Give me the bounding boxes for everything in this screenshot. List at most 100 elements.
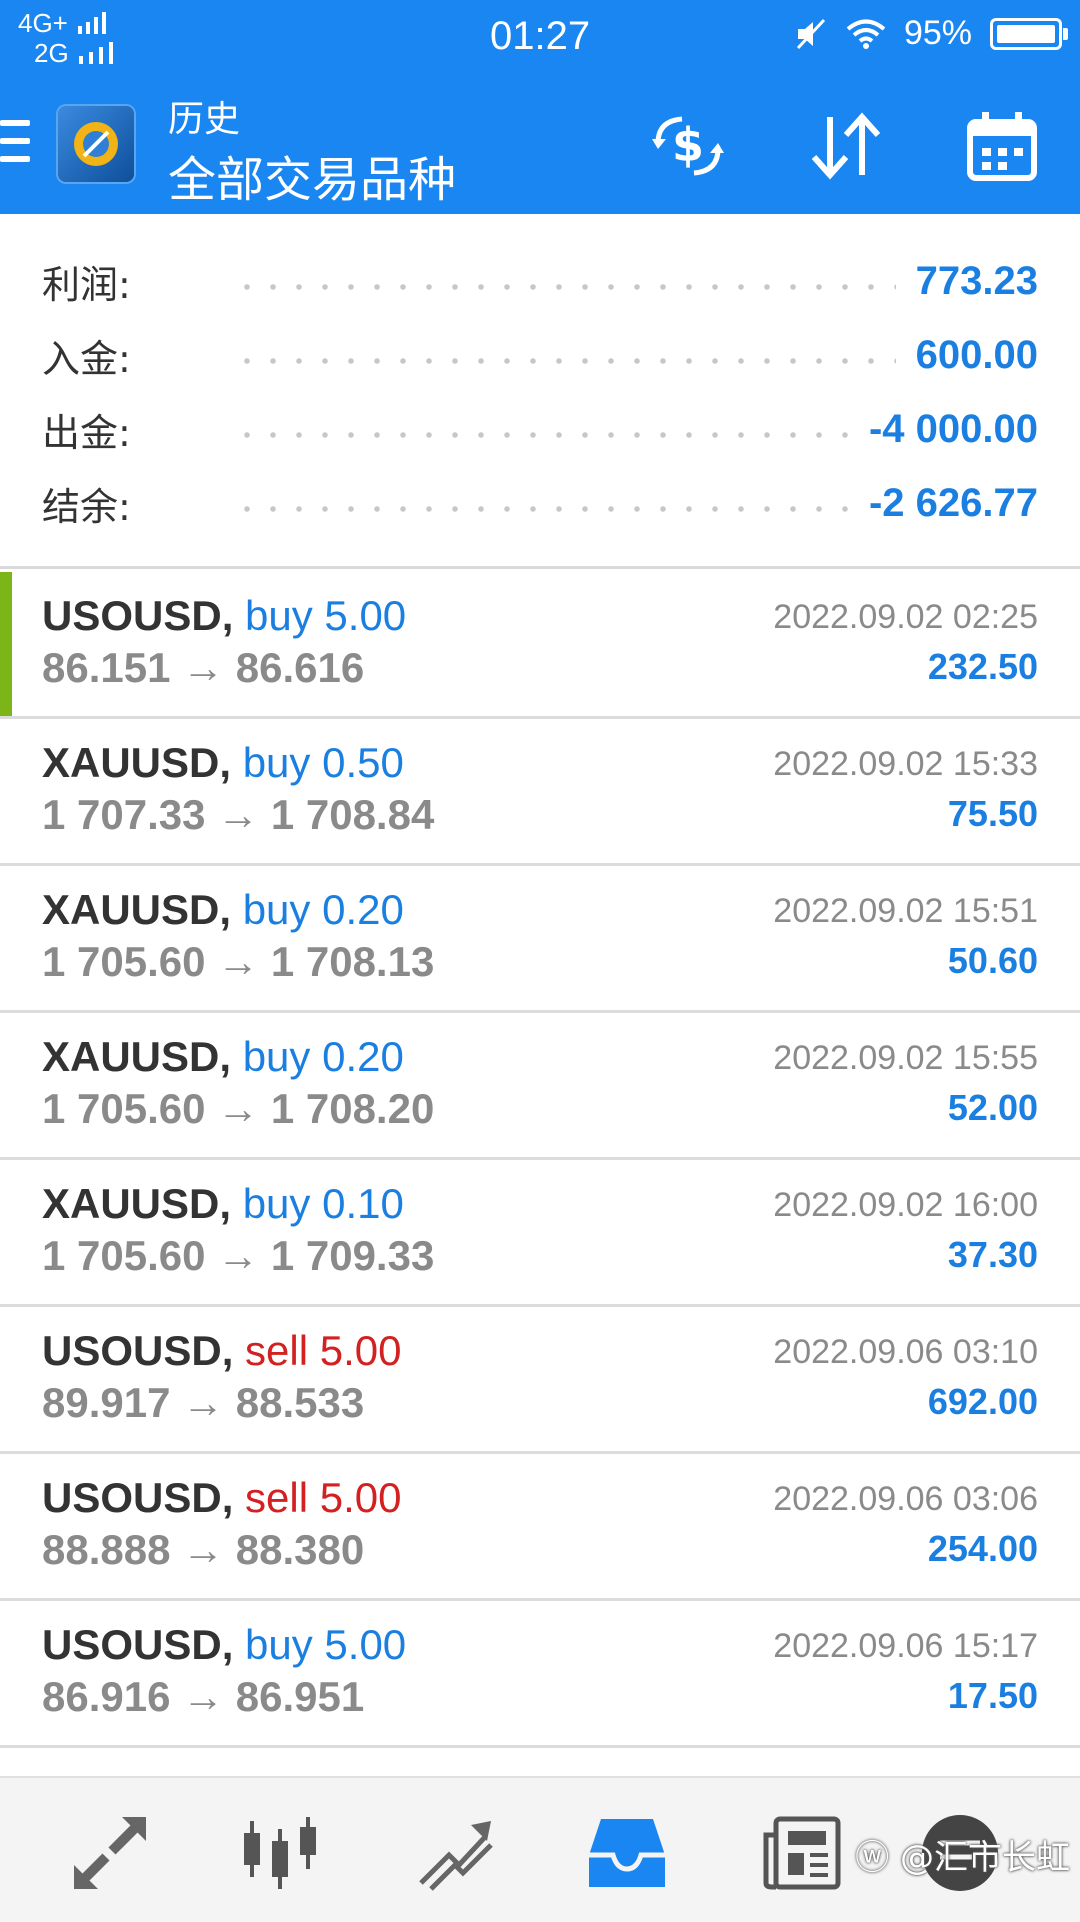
trade-prices: 86.151 → 86.616 [42,644,365,691]
trade-side: sell 5.00 [245,1474,402,1521]
trade-time: 2022.09.02 15:51 [773,892,1038,930]
trade-header: USOUSD, buy 5.00 [42,592,406,640]
trade-row[interactable]: XAUUSD, buy 0.20 1 705.60 → 1 708.20 202… [0,1013,1080,1160]
watermark: ⓦ @汇市长虹 [855,1830,1070,1879]
history-icon[interactable] [582,1808,672,1898]
dotted-leader [234,432,849,438]
app-logo-icon [58,106,134,182]
summary-divider [0,566,1080,569]
trade-header: USOUSD, sell 5.00 [42,1327,401,1375]
trade-prices: 1 705.60 → 1 708.13 [42,938,435,985]
calendar-icon[interactable] [960,104,1044,188]
trade-time: 2022.09.06 03:10 [773,1333,1038,1371]
wifi-icon [846,19,886,49]
trade-row[interactable]: USOUSD, buy 5.00 86.916 → 86.951 2022.09… [0,1601,1080,1748]
weibo-icon: ⓦ [855,1838,890,1878]
battery-icon [990,17,1068,50]
quotes-icon[interactable] [65,1808,155,1898]
trade-time: 2022.09.02 15:33 [773,745,1038,783]
trade-header: XAUUSD, buy 0.50 [42,739,404,787]
trade-prices: 88.888 → 88.380 [42,1526,365,1573]
watermark-text: @汇市长虹 [900,1838,1070,1878]
trade-row[interactable]: XAUUSD, buy 0.50 1 707.33 → 1 708.84 202… [0,719,1080,866]
trade-side: buy 5.00 [245,1621,407,1668]
withdrawal-label: 出金: [42,410,131,455]
status-clock: 01:27 [490,14,591,58]
trade-row[interactable]: USOUSD, sell 5.00 89.917 → 88.533 2022.0… [0,1307,1080,1454]
profit-label: 利润: [42,262,131,307]
trade-header: USOUSD, sell 5.00 [42,1474,401,1522]
deposit-label: 入金: [42,336,131,381]
trade-row[interactable]: XAUUSD, buy 0.10 1 705.60 → 1 709.33 202… [0,1160,1080,1307]
trade-side: buy 0.20 [242,1033,404,1080]
trade-profit: 232.50 [927,646,1038,687]
trade-header: XAUUSD, buy 0.10 [42,1180,404,1228]
trade-header: XAUUSD, buy 0.20 [42,1033,404,1081]
withdrawal-value: -4 000.00 [868,406,1038,451]
currency-exchange-icon[interactable]: $ [646,104,730,188]
trade-profit: 37.30 [947,1234,1038,1275]
summary-row-profit: 利润: 773.23 [42,244,1038,318]
trade-profit: 17.50 [947,1675,1038,1716]
trade-icon[interactable] [410,1808,500,1898]
network-indicator: 4G+ 2G [18,8,115,68]
trade-symbol: XAUUSD, [42,886,232,933]
page-title[interactable]: 全部交易品种 [168,140,456,210]
trade-header: XAUUSD, buy 0.20 [42,886,404,934]
app-bar: 历史 全部交易品种 $ [0,76,1080,214]
trade-prices: 86.916 → 86.951 [42,1673,365,1720]
dotted-leader [234,358,896,364]
trade-side: buy 0.10 [242,1180,404,1227]
dotted-leader [234,506,849,512]
selected-marker [0,572,12,716]
trade-prices: 1 707.33 → 1 708.84 [42,791,435,838]
summary-panel: 利润: 773.23 入金: 600.00 出金: -4 000.00 结余: … [0,214,1080,566]
trade-row[interactable]: XAUUSD, buy 0.20 1 705.60 → 1 708.13 202… [0,866,1080,1013]
trade-time: 2022.09.02 15:55 [773,1039,1038,1077]
deposit-value: 600.00 [915,332,1038,377]
trade-profit: 75.50 [947,793,1038,834]
profit-value: 773.23 [915,258,1038,303]
network-type-1: 4G+ [18,8,68,38]
sort-icon[interactable] [804,104,888,188]
network-type-2: 2G [34,38,69,68]
dotted-leader [234,284,896,290]
mute-icon [796,18,826,49]
page-subtitle: 历史 [168,99,241,140]
balance-value: -2 626.77 [868,480,1038,525]
svg-text:$: $ [672,118,704,172]
status-right-group: 95% [794,14,1068,53]
trade-symbol: USOUSD, [42,1621,234,1668]
signal-strength-icon [77,12,106,34]
trade-side: sell 5.00 [245,1327,402,1374]
signal-strength-icon [78,42,113,64]
trade-symbol: USOUSD, [42,592,234,639]
trade-time: 2022.09.06 03:06 [773,1480,1038,1518]
trade-row[interactable]: USOUSD, buy 5.00 86.151 → 86.616 2022.09… [0,572,1080,719]
trade-profit: 52.00 [947,1087,1038,1128]
battery-percent: 95% [903,14,972,52]
summary-row-balance: 结余: -2 626.77 [42,466,1038,540]
trade-symbol: XAUUSD, [42,1033,232,1080]
balance-label: 结余: [42,484,131,529]
trade-symbol: XAUUSD, [42,1180,232,1227]
trade-row[interactable]: USOUSD, sell 5.00 88.888 → 88.380 2022.0… [0,1454,1080,1601]
trade-profit: 692.00 [927,1381,1038,1422]
trade-side: buy 5.00 [245,592,407,639]
trade-time: 2022.09.02 02:25 [773,598,1038,636]
news-icon[interactable] [757,1808,847,1898]
trade-symbol: USOUSD, [42,1474,234,1521]
summary-row-deposit: 入金: 600.00 [42,318,1038,392]
menu-icon[interactable] [0,120,30,174]
trade-time: 2022.09.02 16:00 [773,1186,1038,1224]
trade-symbol: USOUSD, [42,1327,234,1374]
chart-icon[interactable] [235,1808,325,1898]
trade-side: buy 0.50 [242,739,404,786]
trade-header: USOUSD, buy 5.00 [42,1621,406,1669]
trade-symbol: XAUUSD, [42,739,232,786]
summary-row-withdrawal: 出金: -4 000.00 [42,392,1038,466]
trade-prices: 1 705.60 → 1 708.20 [42,1085,435,1132]
trade-profit: 50.60 [947,940,1038,981]
trade-prices: 89.917 → 88.533 [42,1379,365,1426]
status-bar: 4G+ 2G 01:27 95% [0,0,1080,76]
